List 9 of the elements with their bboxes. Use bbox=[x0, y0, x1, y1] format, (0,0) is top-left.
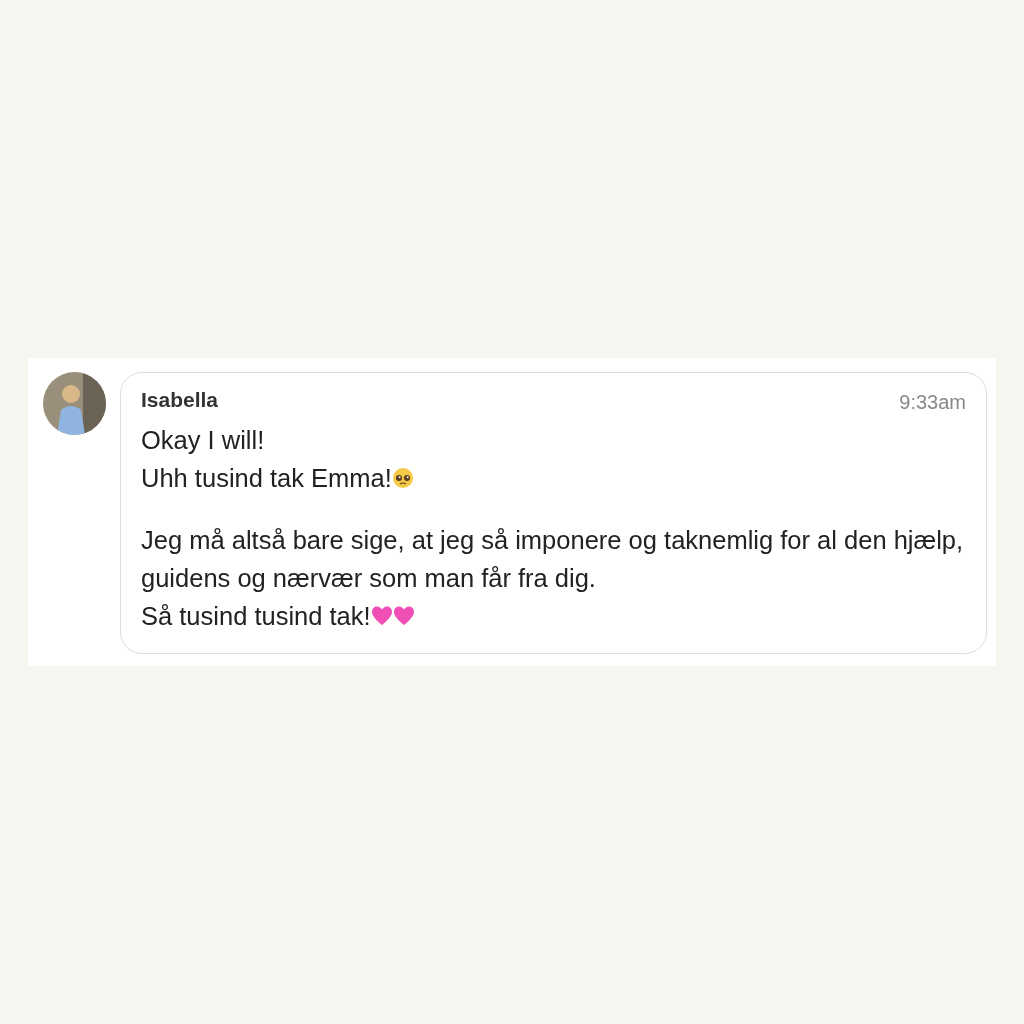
message-text: Okay I will! bbox=[141, 425, 265, 456]
message-text: Uhh tusind tak Emma! bbox=[141, 463, 392, 494]
heart-icon bbox=[370, 605, 393, 627]
message-text: Så tusind tusind tak! bbox=[141, 601, 371, 632]
author-name: Isabella bbox=[141, 389, 219, 411]
message-text: Jeg må altså bare sige, at jeg så imponere og taknemlig for al den hjælp, guidens og nærvær som man får fra dig. bbox=[141, 525, 965, 594]
timestamp: 9:33am bbox=[899, 390, 966, 415]
heart-icon bbox=[392, 605, 415, 627]
pleading-face-icon bbox=[391, 467, 414, 489]
